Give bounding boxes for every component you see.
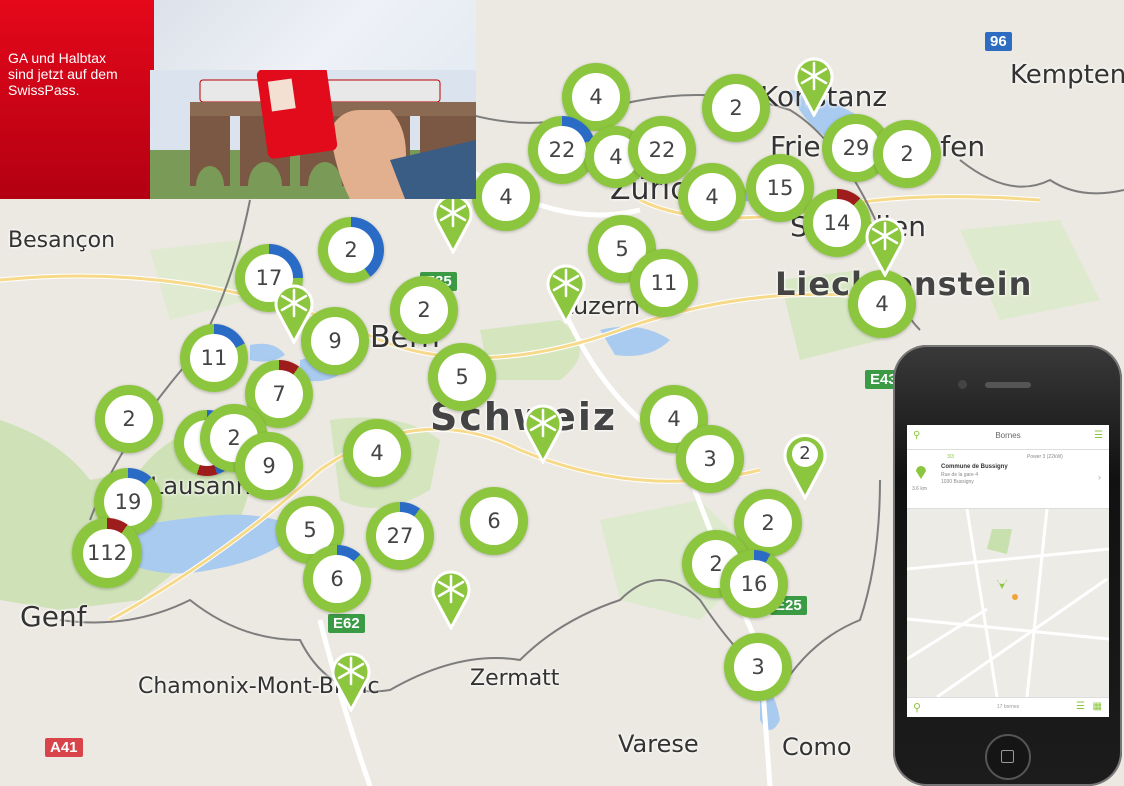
cluster-count: 2 [883,130,931,178]
charging-cluster-marker[interactable]: 16 [720,550,788,618]
road-shield-e62: E62 [328,614,365,633]
app-bottom-bar: ⚲ 17 bornes ☰ ▦ [907,697,1109,717]
cluster-count: 3 [686,435,734,483]
station-name: Commune de Bussigny [941,464,1008,470]
cluster-count: 3 [734,643,782,691]
charging-cluster-marker[interactable]: 11 [630,249,698,317]
cluster-count: 7 [255,370,303,418]
station-address-city: 1030 Bussigny [941,479,974,485]
charging-cluster-marker[interactable]: 14 [803,189,871,257]
pin-count: 2 [799,443,811,464]
place-label-genf: Genf [20,600,87,633]
cluster-count: 9 [311,317,359,365]
charging-cluster-marker[interactable]: 5 [428,343,496,411]
station-status: 3/3 [947,454,954,460]
smartphone-mockup: ⚲ Bornes ☰ 3/3 Power 3 (22kW) Commune de… [893,345,1122,786]
place-label-kempten: Kempten [1010,60,1124,90]
home-button[interactable] [985,734,1031,780]
station-distance: 3.6 km [912,486,928,492]
cluster-count: 4 [482,173,530,221]
cluster-count: 2 [327,226,375,274]
cluster-count: 22 [638,126,686,174]
charging-cluster-marker[interactable]: 3 [676,425,744,493]
charging-cluster-marker[interactable]: 2 [95,385,163,453]
charging-station-pin[interactable] [430,568,472,630]
cluster-count: 4 [353,429,401,477]
cluster-count: 15 [756,164,804,212]
charging-cluster-marker[interactable]: 2 [873,120,941,188]
cluster-count: 2 [400,286,448,334]
app-title: Bornes [995,431,1021,440]
charging-cluster-marker[interactable]: 2 [390,276,458,344]
banner-text: GA und Halbtax sind jetzt auf dem SwissP… [8,50,148,98]
charging-cluster-marker[interactable]: 4 [343,419,411,487]
charging-station-pin[interactable] [330,650,372,712]
banner-red-panel [0,0,154,199]
charging-cluster-marker[interactable]: 9 [235,432,303,500]
camera-icon [958,380,967,389]
charging-cluster-marker[interactable]: 6 [460,487,528,555]
station-address-street: Rue de la gare 4 [941,472,978,478]
station-list-item[interactable]: 3/3 Power 3 (22kW) Commune de Bussigny R… [907,450,1109,509]
station-power: Power 3 (22kW) [1027,454,1063,460]
cluster-count: 11 [640,259,688,307]
charging-cluster-marker[interactable]: 4 [472,163,540,231]
cluster-count: 4 [572,73,620,121]
charging-cluster-marker[interactable]: 2 [318,217,384,283]
cluster-count: 9 [245,442,293,490]
map-icon[interactable]: ▦ [1093,701,1102,712]
list-icon[interactable]: ☰ [1076,701,1085,712]
charging-cluster-marker[interactable]: 4 [848,270,916,338]
banner-text-line: SwissPass. [8,82,80,98]
app-header: ⚲ Bornes ☰ [907,425,1109,450]
charging-cluster-marker[interactable]: 2 [702,74,770,142]
swisspass-ad-banner[interactable]: GA und Halbtax sind jetzt auf dem SwissP… [0,0,476,199]
cluster-count: 2 [744,499,792,547]
charging-station-pin[interactable] [432,192,474,254]
viaduct-train-image [150,70,476,199]
road-shield-a41: A41 [45,738,83,757]
cluster-count: 14 [813,199,861,247]
cluster-count: 4 [688,173,736,221]
cluster-count: 4 [858,280,906,328]
charging-station-pin[interactable] [522,402,564,464]
charging-cluster-marker[interactable]: 3 [724,633,792,701]
cluster-count: 11 [190,334,238,382]
cluster-count: 6 [470,497,518,545]
charging-cluster-marker[interactable]: 27 [366,502,434,570]
cluster-count: 2 [712,84,760,132]
cluster-count: 22 [538,126,586,174]
place-label-varese: Varese [618,730,699,758]
mini-map[interactable] [907,509,1109,697]
cluster-count: 2 [105,395,153,443]
charging-cluster-marker[interactable]: 4 [678,163,746,231]
place-label-zermatt: Zermatt [470,666,560,691]
charging-cluster-marker[interactable]: 112 [72,518,142,588]
banner-text-line: GA und Halbtax [8,50,107,66]
cluster-count: 112 [82,528,132,578]
road-shield-96: 96 [985,32,1012,51]
charging-cluster-marker[interactable]: 6 [303,545,371,613]
location-pin-icon [916,466,926,479]
chevron-right-icon: › [1098,472,1101,482]
charging-station-pin-numbered[interactable]: 2 [782,430,828,500]
charging-station-pin[interactable] [864,215,906,277]
charging-station-pin[interactable] [273,282,315,344]
home-button-icon [1001,750,1014,763]
speaker-grill [985,382,1031,388]
charging-cluster-marker[interactable]: 11 [180,324,248,392]
menu-icon[interactable]: ☰ [1094,430,1103,441]
place-label-como: Como [782,733,852,761]
cluster-count: 27 [376,512,424,560]
banner-text-line: sind jetzt auf dem [8,66,118,82]
charging-station-pin[interactable] [793,55,835,117]
phone-screen: ⚲ Bornes ☰ 3/3 Power 3 (22kW) Commune de… [907,425,1109,717]
place-label-besancon: Besançon [8,228,116,253]
charging-station-pin[interactable] [545,262,587,324]
cluster-count: 16 [730,560,778,608]
cluster-count: 6 [313,555,361,603]
cluster-count: 5 [438,353,486,401]
